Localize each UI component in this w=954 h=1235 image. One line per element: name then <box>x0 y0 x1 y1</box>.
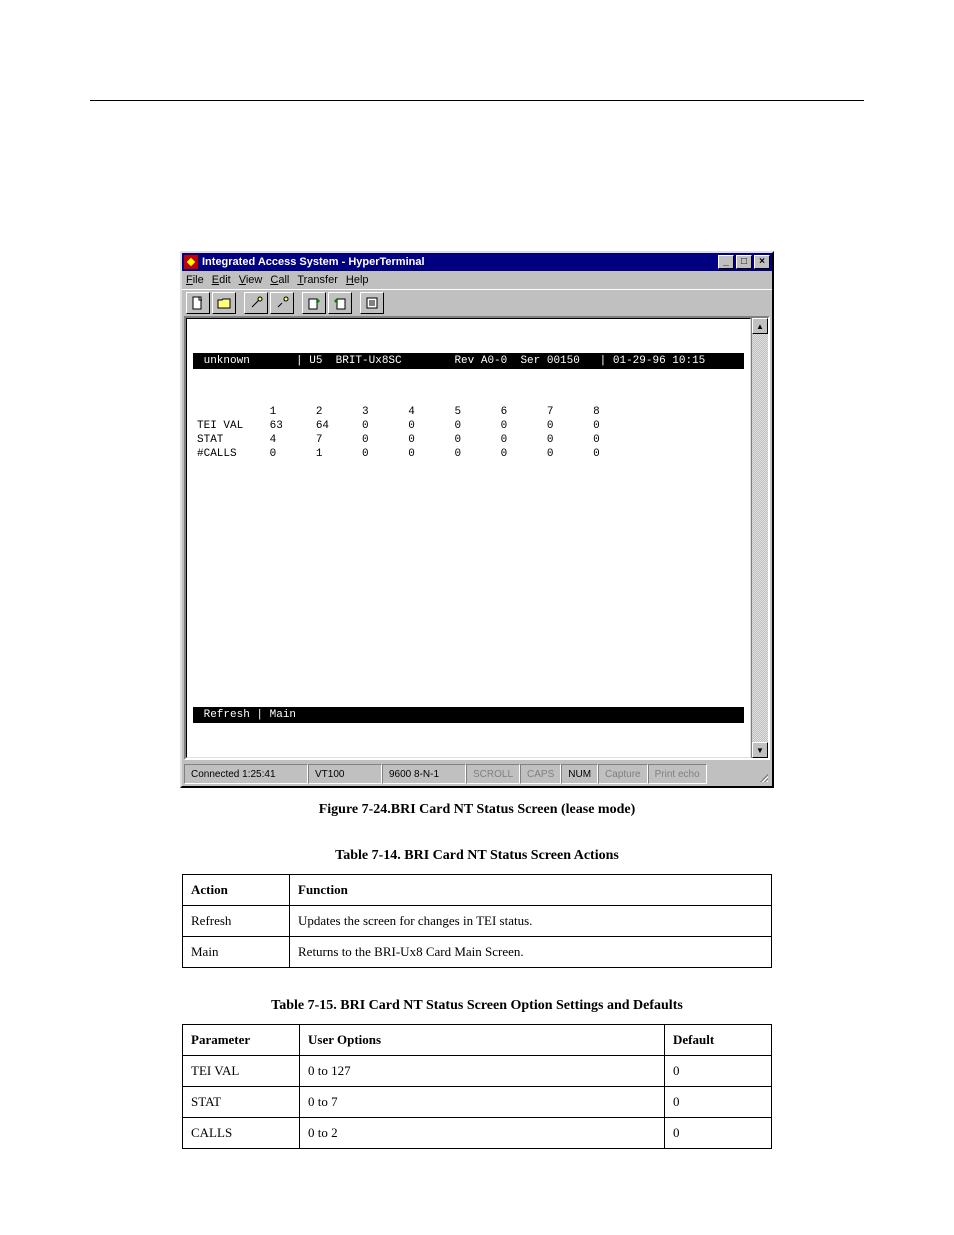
app-window: Integrated Access System - HyperTerminal… <box>180 251 774 788</box>
table-row: CALLS 0 to 2 0 <box>183 1118 772 1149</box>
vertical-scrollbar[interactable]: ▲ ▼ <box>751 318 768 758</box>
status-echo: Print echo <box>648 764 707 784</box>
menu-edit[interactable]: Edit <box>212 274 231 286</box>
header-rule <box>90 100 864 101</box>
terminal-header-line: unknown | U5 BRIT-Ux8SC Rev A0-0 Ser 001… <box>193 353 744 369</box>
menu-file[interactable]: File <box>186 274 204 286</box>
table-cell: 0 to 2 <box>300 1118 665 1149</box>
open-folder-icon[interactable] <box>212 292 236 314</box>
terminal-row-calls: #CALLS 0 1 0 0 0 0 0 0 <box>197 448 600 460</box>
figure-block: Integrated Access System - HyperTerminal… <box>90 251 864 818</box>
table-header-user-options: User Options <box>300 1025 665 1056</box>
scroll-track[interactable] <box>752 334 768 742</box>
terminal-row-tei: TEI VAL 63 64 0 0 0 0 0 0 <box>197 420 600 432</box>
titlebar[interactable]: Integrated Access System - HyperTerminal… <box>182 253 772 271</box>
disconnect-icon[interactable] <box>270 292 294 314</box>
table-cell: 0 <box>665 1087 772 1118</box>
status-caps: CAPS <box>520 764 561 784</box>
terminal-row-stat: STAT 4 7 0 0 0 0 0 0 <box>197 434 600 446</box>
receive-icon[interactable] <box>328 292 352 314</box>
figure-caption: Figure 7-24.BRI Card NT Status Screen (l… <box>319 802 636 818</box>
window-title: Integrated Access System - HyperTerminal <box>202 256 716 268</box>
terminal-footer-line: Refresh | Main <box>193 707 744 723</box>
menu-view[interactable]: View <box>239 274 263 286</box>
table-cell: 0 <box>665 1118 772 1149</box>
table-cell: 0 <box>665 1056 772 1087</box>
table2-caption: Table 7-15. BRI Card NT Status Screen Op… <box>180 998 774 1014</box>
table-cell: Updates the screen for changes in TEI st… <box>290 906 772 937</box>
terminal-text: unknown | U5 BRIT-Ux8SC Rev A0-0 Ser 001… <box>193 325 744 751</box>
table-cell: CALLS <box>183 1118 300 1149</box>
status-connection: Connected 1:25:41 <box>184 764 308 784</box>
scroll-up-button[interactable]: ▲ <box>752 318 768 334</box>
options-table: Parameter User Options Default TEI VAL 0… <box>182 1024 772 1149</box>
status-capture: Capture <box>598 764 648 784</box>
terminal-body: 1 2 3 4 5 6 7 8 TEI VAL 63 64 0 0 0 0 0 … <box>193 401 744 669</box>
terminal-col-header: 1 2 3 4 5 6 7 8 <box>197 406 600 418</box>
status-scroll: SCROLL <box>466 764 520 784</box>
connect-icon[interactable] <box>244 292 268 314</box>
close-button[interactable]: × <box>754 255 770 269</box>
page: Integrated Access System - HyperTerminal… <box>0 0 954 1235</box>
table-row: STAT 0 to 7 0 <box>183 1087 772 1118</box>
menu-transfer[interactable]: Transfer <box>297 274 338 286</box>
table-cell: 0 to 7 <box>300 1087 665 1118</box>
send-icon[interactable] <box>302 292 326 314</box>
status-params: 9600 8-N-1 <box>382 764 466 784</box>
menubar: File Edit View Call Transfer Help <box>182 271 772 289</box>
statusbar: Connected 1:25:41 VT100 9600 8-N-1 SCROL… <box>182 762 772 786</box>
app-icon <box>184 255 198 269</box>
properties-icon[interactable] <box>360 292 384 314</box>
status-num: NUM <box>561 764 598 784</box>
table-row: Parameter User Options Default <box>183 1025 772 1056</box>
table-cell: STAT <box>183 1087 300 1118</box>
menu-call[interactable]: Call <box>270 274 289 286</box>
scroll-down-button[interactable]: ▼ <box>752 742 768 758</box>
status-emulation: VT100 <box>308 764 382 784</box>
table-header-parameter: Parameter <box>183 1025 300 1056</box>
table-cell: Refresh <box>183 906 290 937</box>
table-row: TEI VAL 0 to 127 0 <box>183 1056 772 1087</box>
table1-caption: Table 7-14. BRI Card NT Status Screen Ac… <box>180 848 774 864</box>
new-doc-icon[interactable] <box>186 292 210 314</box>
resize-grip-icon[interactable] <box>754 764 770 784</box>
table-header-action: Action <box>183 875 290 906</box>
table-cell: TEI VAL <box>183 1056 300 1087</box>
toolbar <box>182 289 772 316</box>
actions-table: Action Function Refresh Updates the scre… <box>182 874 772 968</box>
table-cell: 0 to 127 <box>300 1056 665 1087</box>
table-cell: Returns to the BRI-Ux8 Card Main Screen. <box>290 937 772 968</box>
table-row: Refresh Updates the screen for changes i… <box>183 906 772 937</box>
menu-help[interactable]: Help <box>346 274 369 286</box>
terminal-frame: unknown | U5 BRIT-Ux8SC Rev A0-0 Ser 001… <box>184 316 770 760</box>
table-row: Action Function <box>183 875 772 906</box>
terminal[interactable]: unknown | U5 BRIT-Ux8SC Rev A0-0 Ser 001… <box>186 318 751 758</box>
table-row: Main Returns to the BRI-Ux8 Card Main Sc… <box>183 937 772 968</box>
table-cell: Main <box>183 937 290 968</box>
maximize-button[interactable]: □ <box>736 255 752 269</box>
minimize-button[interactable]: _ <box>718 255 734 269</box>
table-header-default: Default <box>665 1025 772 1056</box>
table-header-function: Function <box>290 875 772 906</box>
